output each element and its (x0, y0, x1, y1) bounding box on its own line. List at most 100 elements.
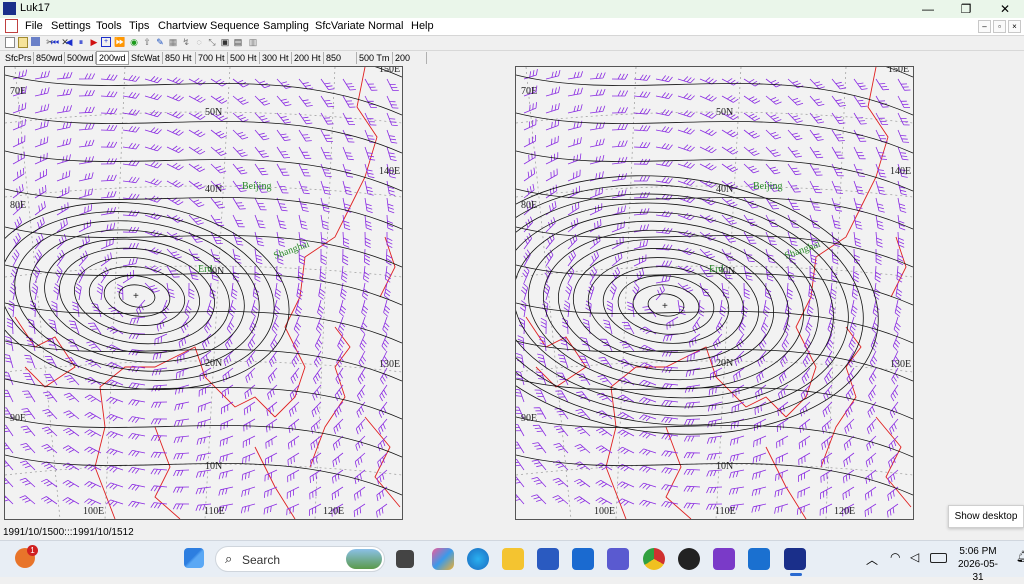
wind-barb (684, 401, 701, 409)
prev-icon[interactable]: ◀ (64, 37, 74, 48)
volume-icon[interactable]: ◁ (910, 550, 919, 564)
search-box[interactable]: ⌕ Search (215, 546, 385, 572)
fast-forward-icon[interactable]: ⏩ (114, 37, 126, 48)
wind-barb (244, 384, 256, 400)
menu-file[interactable]: File (25, 20, 43, 32)
wind-barb (232, 197, 246, 210)
wind-barb (853, 163, 866, 177)
start-icon[interactable] (184, 548, 204, 568)
media-player-icon[interactable] (678, 548, 700, 570)
mdi-minimize-button[interactable]: – (978, 20, 991, 33)
remote-desktop-icon[interactable] (748, 548, 770, 570)
clock[interactable]: 5:06 PM 2026-05-31 (955, 545, 1001, 584)
play-icon[interactable]: ▶ (89, 37, 99, 48)
wind-barb (309, 469, 322, 483)
wind-barb (707, 401, 723, 412)
wind-barb (655, 284, 665, 301)
menu-tools[interactable]: Tools (96, 20, 122, 32)
open-icon[interactable] (18, 37, 28, 48)
mdi-close-button[interactable]: × (1008, 20, 1021, 33)
menu-sfcvariate[interactable]: SfcVariate (315, 20, 365, 32)
menu-help[interactable]: Help (411, 20, 434, 32)
tab-850tm[interactable]: 850 Tm (324, 52, 357, 75)
menu-sequence[interactable]: Sequence (210, 20, 260, 32)
battery-icon[interactable] (930, 553, 947, 563)
wind-barb (555, 390, 569, 403)
tab-500ht[interactable]: 500 Ht (228, 52, 260, 64)
wind-barb (730, 435, 745, 446)
table-icon[interactable]: ▤ (233, 37, 243, 48)
label-chengdu: Erd (709, 264, 723, 275)
wind-barb (531, 459, 547, 471)
wind-barb (866, 418, 877, 435)
maximize-button[interactable]: ❐ (947, 0, 985, 18)
tab-500tm[interactable]: 500 Tm (357, 52, 393, 64)
label-80e: 80E (521, 200, 537, 211)
tab-200tm[interactable]: 200 Tm (393, 52, 427, 75)
layer-icon[interactable]: ▥ (246, 37, 260, 48)
first-icon[interactable]: ⏮ (50, 37, 60, 48)
outlook-icon[interactable] (572, 548, 594, 570)
menu-chartview[interactable]: Chartview (158, 20, 207, 32)
weather-map-right[interactable]: 50N 40N 30N 20N 10N 70E 80E 90E 100E 110… (515, 66, 914, 520)
menu-sampling[interactable]: Sampling (263, 20, 309, 32)
wifi-icon[interactable]: ◠ (890, 550, 900, 564)
pen-icon[interactable]: ✎ (155, 37, 165, 48)
pause-icon[interactable]: ⏸ (76, 37, 86, 48)
grid-icon[interactable]: ▦ (168, 37, 178, 48)
chevron-up-icon[interactable]: ︿ (866, 551, 878, 568)
wind-barb (639, 499, 657, 507)
wind-barb (6, 318, 14, 335)
mdi-restore-button[interactable]: ▫ (993, 20, 1006, 33)
teams-icon[interactable] (607, 548, 629, 570)
edge-icon[interactable] (467, 548, 489, 570)
wind-barb (251, 299, 258, 317)
visual-studio-icon[interactable] (713, 548, 735, 570)
center-marker-icon: + (662, 301, 668, 312)
line-icon[interactable]: ⤡ (207, 37, 217, 48)
coastline (890, 236, 907, 298)
menu-tips[interactable]: Tips (129, 20, 149, 32)
tab-850ht[interactable]: 850 Ht (163, 52, 196, 64)
tab-200ht[interactable]: 200 Ht (292, 52, 324, 64)
wind-barb (247, 333, 256, 351)
wind-barb (5, 459, 14, 471)
label-10n: 10N (205, 461, 222, 472)
isobar-contour (516, 211, 819, 399)
wind-barb (831, 180, 844, 194)
zoom-icon[interactable]: ◌ (194, 37, 204, 48)
wind-barb (589, 88, 606, 97)
tab-sfcwat[interactable]: SfcWat (129, 52, 163, 64)
upload-icon[interactable]: ⇧ (142, 37, 152, 48)
frame-icon[interactable]: + (101, 37, 111, 47)
globe-icon[interactable]: ◉ (129, 37, 139, 48)
tab-850wd[interactable]: 850wd (34, 52, 65, 64)
wind-barb (287, 435, 300, 450)
save-icon[interactable] (31, 37, 40, 46)
tab-200wd[interactable]: 200wd (96, 51, 129, 65)
wind-barb (809, 95, 825, 107)
tab-700ht[interactable]: 700 Ht (196, 52, 228, 64)
notification-bell-icon[interactable]: 🔔︎ (1016, 550, 1024, 563)
close-button[interactable]: ✕ (986, 0, 1024, 18)
minimize-button[interactable]: — (909, 0, 947, 18)
new-icon[interactable] (5, 37, 15, 48)
wind-barb (357, 367, 366, 385)
copilot-icon[interactable] (432, 548, 454, 570)
chrome-icon[interactable] (643, 548, 665, 570)
file-explorer-icon[interactable] (502, 548, 524, 570)
tab-300ht[interactable]: 300 Ht (260, 52, 292, 64)
wind-barb (232, 95, 249, 105)
store-icon[interactable] (537, 548, 559, 570)
window-icon[interactable]: ▣ (220, 37, 230, 48)
isobar-line (516, 226, 913, 268)
tab-sfcprs[interactable]: SfcPrs (3, 52, 34, 64)
curve-icon[interactable]: ↯ (181, 37, 191, 48)
weather-map-left[interactable]: 50N 40N 30N 20N 10N 70E 80E 90E 100E 110… (4, 66, 403, 520)
wind-barb (320, 249, 327, 266)
luk17-app-icon[interactable] (784, 548, 806, 570)
menu-normal[interactable]: Normal (368, 20, 403, 32)
task-view-icon[interactable] (396, 550, 414, 568)
tab-500wd[interactable]: 500wd (65, 52, 96, 64)
menu-settings[interactable]: Settings (51, 20, 91, 32)
